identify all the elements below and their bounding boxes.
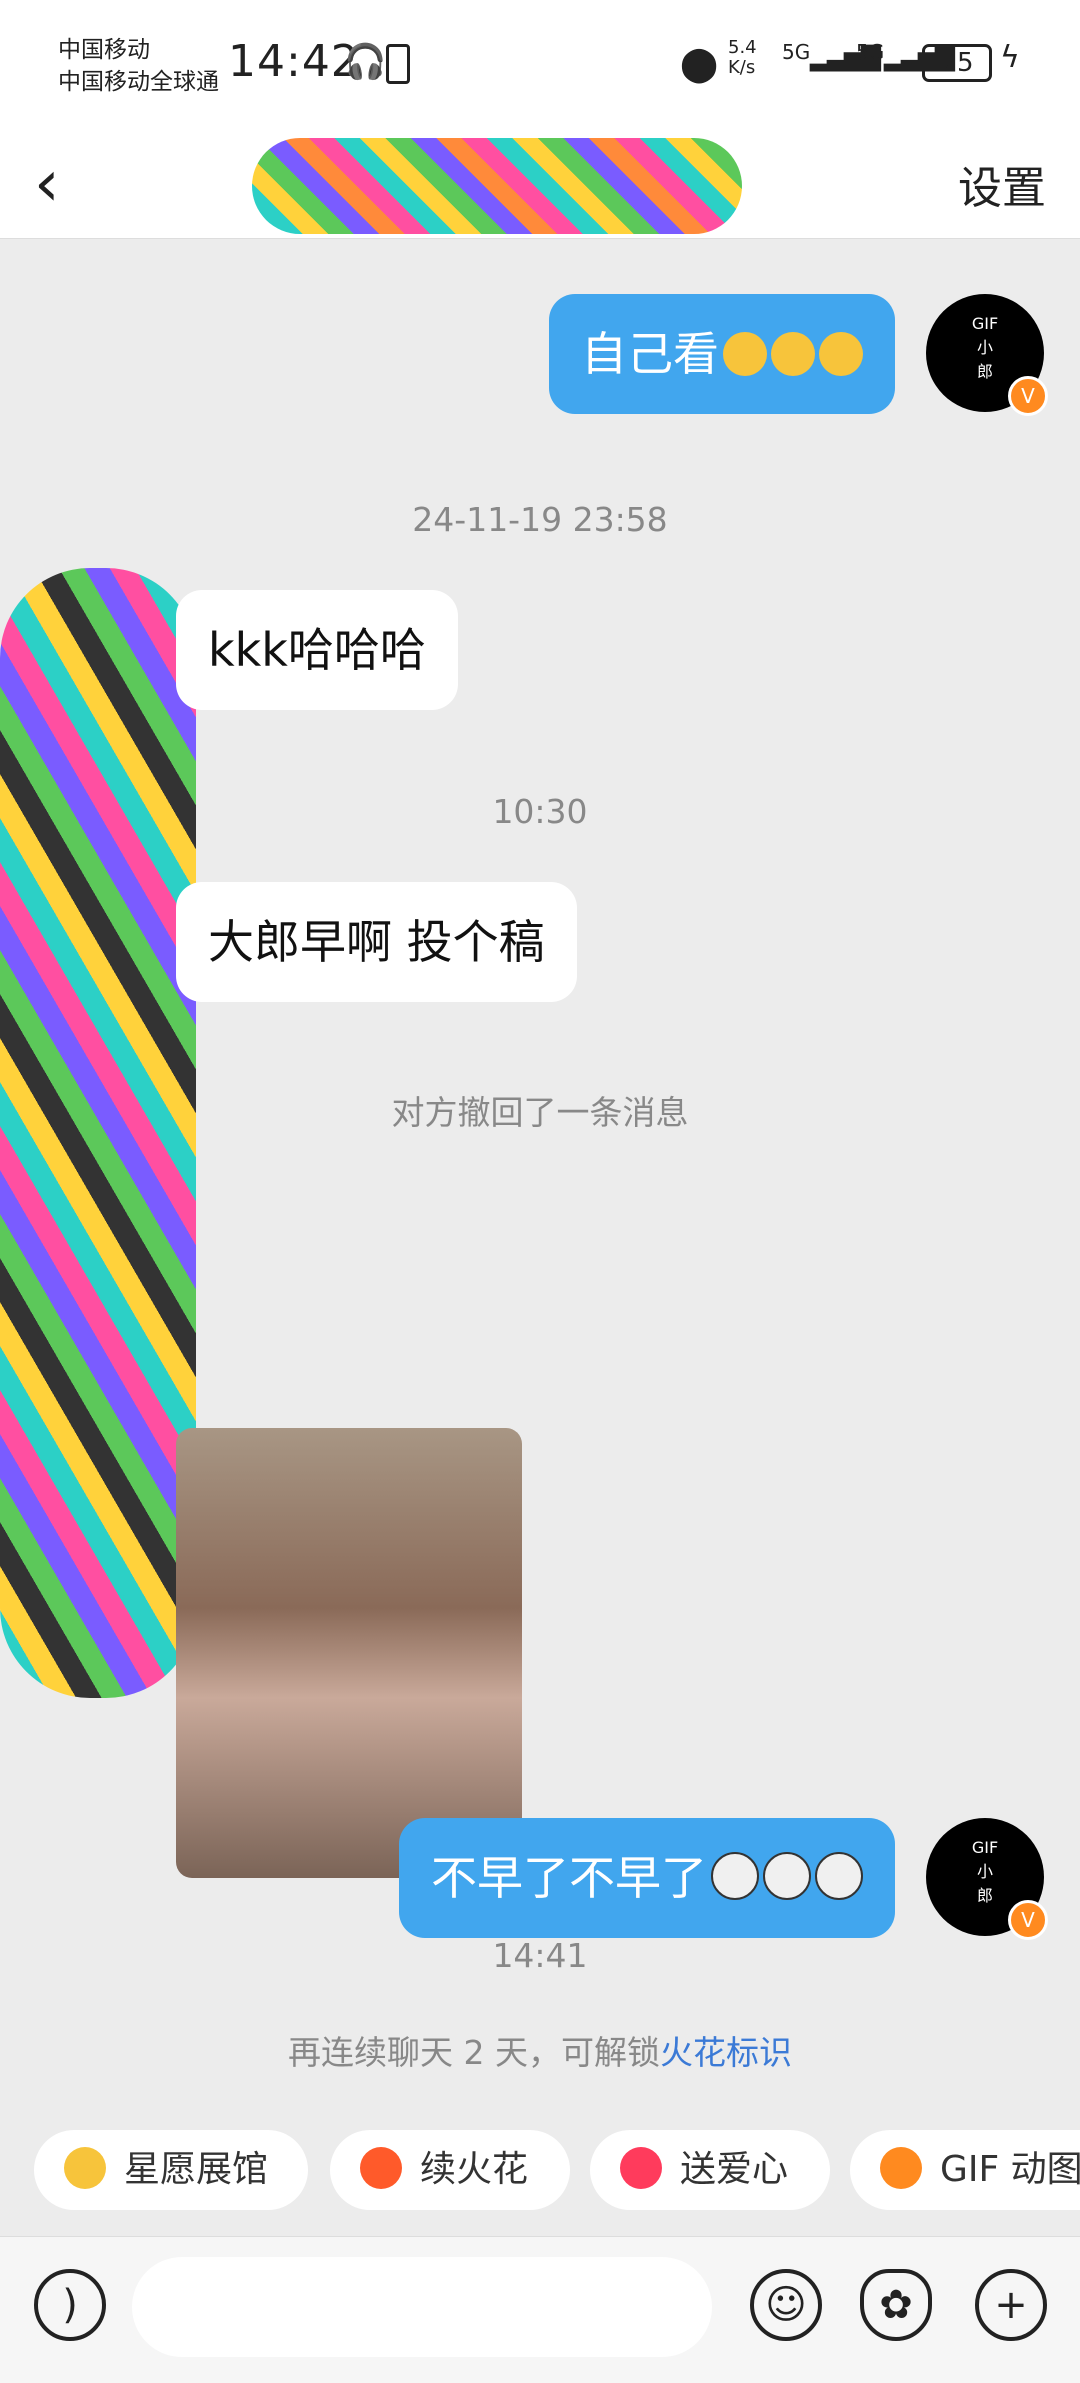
chevron-left-icon: ‹ [34, 147, 60, 221]
chip-send-heart[interactable]: 送爱心 [590, 2130, 830, 2210]
message-bubble-other[interactable]: 大郎早啊 投个稿 [176, 882, 577, 1002]
headphone-icon: 🎧 [344, 42, 387, 82]
timestamp: 14:41 [492, 1936, 588, 1975]
charging-icon: ϟ [1000, 40, 1020, 75]
message-bubble-other[interactable]: kkk哈哈哈 [176, 590, 458, 710]
carrier-2: 中国移动全球通 [58, 69, 219, 95]
voice-icon: ) [62, 2282, 78, 2328]
recall-notice: 对方撤回了一条消息 [391, 1093, 689, 1132]
panda-icon [815, 1852, 863, 1900]
smile-icon: ☺ [765, 2282, 807, 2328]
chip-continue-spark[interactable]: 续火花 [330, 2130, 570, 2210]
battery-level: 75 [940, 48, 974, 78]
chip-star-gallery[interactable]: 星愿展馆 [34, 2130, 308, 2210]
fire-icon [360, 2147, 402, 2189]
verified-badge: V [1008, 376, 1048, 416]
voice-button[interactable]: ) [34, 2269, 106, 2341]
network-speed: 5.4 K/s [728, 37, 757, 78]
battery-icon: 75 [922, 44, 992, 82]
grin-icon [723, 332, 767, 376]
message-text: 自己看 [581, 327, 719, 381]
status-bar: 中国移动 中国移动全球通 14:42 🎧 ⬤ 5.4 K/s 5G ▂▃▅▇ 5… [0, 0, 1080, 130]
chip-label: 续火花 [420, 2149, 529, 2190]
network-5g-2: 5G [856, 40, 885, 64]
quick-actions: 星愿展馆 续火花 送爱心 GIF 动图 [0, 2120, 1080, 2220]
add-button[interactable]: + [975, 2269, 1047, 2341]
avatar-text: 小 [976, 338, 993, 357]
avatar-text: GIF [971, 1838, 999, 1857]
message-text: kkk哈哈哈 [208, 623, 426, 677]
chip-label: 星愿展馆 [124, 2149, 269, 2190]
settings-button[interactable]: 设置 [958, 152, 1046, 216]
image-message[interactable] [176, 1428, 522, 1878]
chip-gif[interactable]: GIF 动图 [850, 2130, 1080, 2210]
my-avatar[interactable]: GIF 小 郎 V [926, 1818, 1048, 1940]
input-bar: ) ☺ ✿ + [0, 2236, 1080, 2383]
status-time: 14:42 [228, 36, 360, 87]
message-bubble-me[interactable]: 不早了不早了 [399, 1818, 895, 1938]
message-text: 不早了不早了 [431, 1851, 707, 1905]
plus-icon: + [994, 2282, 1028, 2328]
back-button[interactable]: ‹ [34, 144, 60, 224]
panda-icon [763, 1852, 811, 1900]
chat-header: ‹ 设置 [0, 130, 1080, 239]
fun-button[interactable]: ✿ [860, 2269, 932, 2341]
panda-icon [711, 1852, 759, 1900]
grin-icon [771, 332, 815, 376]
carrier-text: 中国移动 中国移动全球通 [58, 34, 219, 98]
heart-icon [620, 2147, 662, 2189]
location-icon: ⬤ [680, 44, 719, 84]
message-bubble-me[interactable]: 自己看 [549, 294, 895, 414]
message-text: 大郎早啊 投个稿 [208, 915, 545, 969]
avatar-text: 小 [976, 1862, 993, 1881]
hint-text: 再连续聊天 2 天，可解锁 [288, 2033, 660, 2072]
message-input[interactable] [132, 2257, 712, 2357]
chip-label: GIF 动图 [940, 2149, 1080, 2190]
spark-link[interactable]: 火花标识 [660, 2033, 792, 2072]
grin-icon [819, 332, 863, 376]
contact-name-redacted [252, 138, 742, 234]
mascot-icon: ✿ [879, 2282, 913, 2328]
star-icon [64, 2147, 106, 2189]
network-5g-1: 5G [782, 40, 811, 64]
timestamp: 24-11-19 23:58 [412, 500, 668, 539]
carrier-1: 中国移动 [58, 37, 150, 63]
gif-icon [880, 2147, 922, 2189]
verified-badge: V [1008, 1900, 1048, 1940]
chip-label: 送爱心 [680, 2149, 789, 2190]
emoji-button[interactable]: ☺ [750, 2269, 822, 2341]
phone-icon [386, 44, 410, 84]
avatar-text: GIF [971, 314, 999, 333]
chat-area: 自己看 GIF 小 郎 V 24-11-19 23:58 kkk哈哈哈 10:3… [0, 238, 1080, 2233]
my-avatar[interactable]: GIF 小 郎 V [926, 294, 1048, 416]
streak-hint: 再连续聊天 2 天，可解锁火花标识 [0, 2026, 1080, 2074]
timestamp: 10:30 [492, 792, 588, 831]
